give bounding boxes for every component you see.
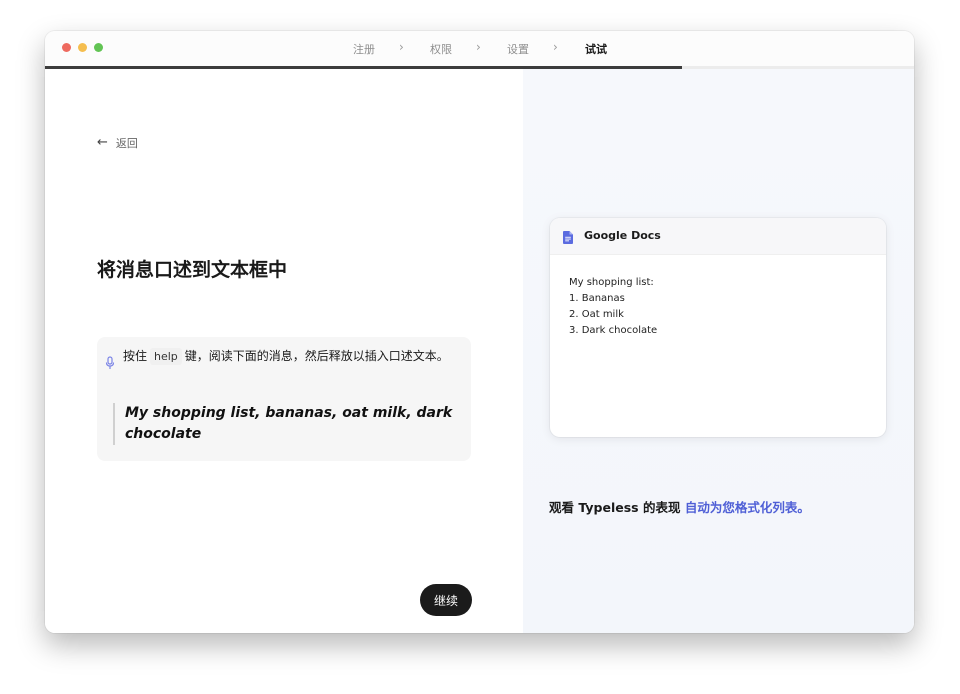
message-quote: My shopping list, bananas, oat milk, dar…	[113, 403, 455, 445]
left-pane: ← 返回 将消息口述到文本框中 按住 help 键，阅读下面的消息，然后释放以插入口…	[45, 69, 523, 633]
doc-app-name: Google Docs	[584, 229, 661, 242]
document-icon	[563, 229, 573, 248]
microphone-icon	[105, 355, 119, 374]
doc-line: 3. Dark chocolate	[569, 325, 658, 336]
instruction-row: 按住 help 键，阅读下面的消息，然后释放以插入口述文本。	[105, 348, 465, 374]
google-docs-preview-card: Google Docs My shopping list: 1. Bananas…	[550, 218, 886, 437]
doc-content: My shopping list: 1. Bananas 2. Oat milk…	[569, 275, 869, 339]
instruction-text: 按住 help 键，阅读下面的消息，然后释放以插入口述文本。	[123, 348, 458, 374]
step-signup: 注册	[353, 43, 375, 56]
title-bar: 注册 › 权限 › 设置 › 试试	[45, 31, 914, 67]
help-key-badge: help	[150, 348, 182, 365]
step-breadcrumb: 注册 › 权限 › 设置 › 试试	[45, 31, 914, 66]
back-button[interactable]: ← 返回	[97, 135, 138, 151]
feature-caption: 观看 Typeless 的表现 自动为您格式化列表。	[549, 497, 810, 516]
doc-line: 2. Oat milk	[569, 309, 624, 320]
chevron-right-icon: ›	[553, 40, 558, 54]
chevron-right-icon: ›	[476, 40, 481, 54]
app-window: 注册 › 权限 › 设置 › 试试 ← 返回 将消息口述到文本框中 按住 hel…	[45, 31, 914, 633]
chevron-right-icon: ›	[399, 40, 404, 54]
arrow-left-icon: ←	[97, 135, 108, 150]
instruction-suffix: 键，阅读下面的消息，然后释放以插入口述文本。	[184, 349, 449, 363]
step-settings: 设置	[507, 43, 529, 56]
doc-card-header: Google Docs	[550, 218, 886, 255]
doc-line: My shopping list:	[569, 277, 654, 288]
step-try-it: 试试	[585, 43, 607, 56]
doc-line: 1. Bananas	[569, 293, 625, 304]
right-pane: Google Docs My shopping list: 1. Bananas…	[523, 69, 914, 633]
caption-highlight: 自动为您格式化列表。	[684, 500, 810, 515]
back-button-label: 返回	[115, 137, 138, 150]
step-permissions: 权限	[430, 43, 452, 56]
caption-prefix: 观看 Typeless 的表现	[549, 500, 681, 515]
page-title: 将消息口述到文本框中	[97, 259, 288, 281]
instruction-prefix: 按住	[123, 349, 148, 363]
continue-button[interactable]: 继续	[420, 584, 472, 616]
dictation-prompt-card: 按住 help 键，阅读下面的消息，然后释放以插入口述文本。 My shopping…	[97, 337, 471, 461]
